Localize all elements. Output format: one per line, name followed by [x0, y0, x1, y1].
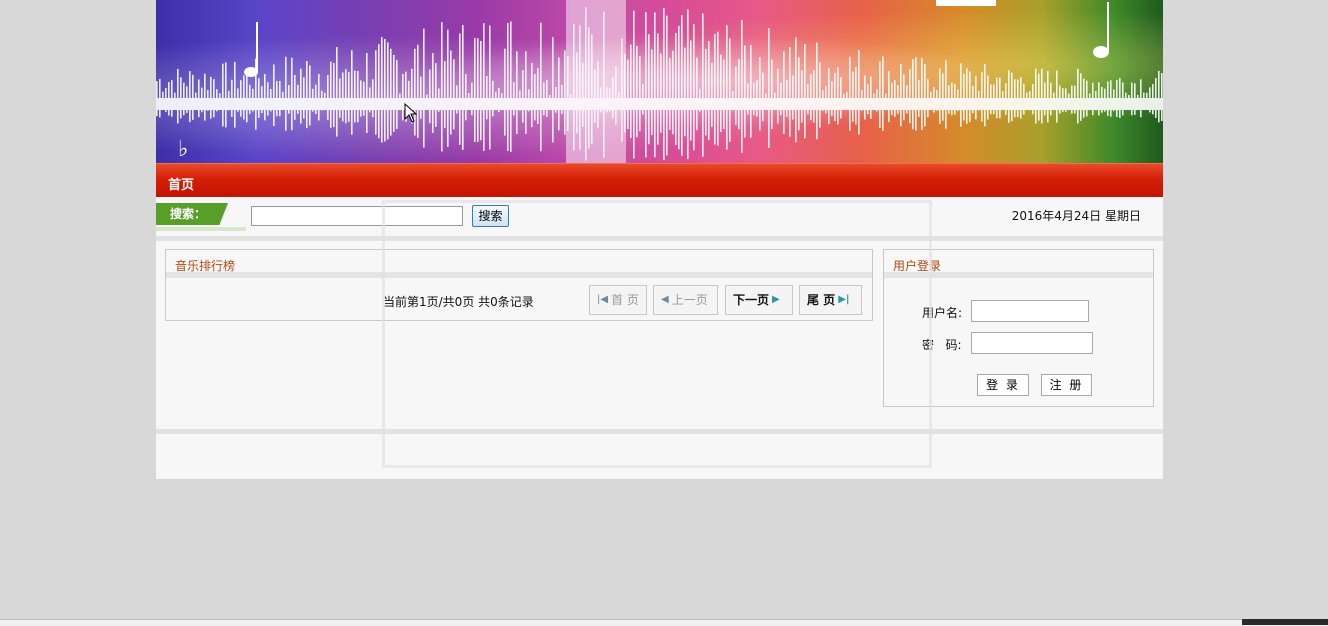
login-button[interactable]: 登 录 — [977, 374, 1029, 396]
last-page-button[interactable]: 尾 页 ▶| — [799, 285, 862, 315]
search-input[interactable] — [251, 206, 463, 226]
password-label: 密 码: — [922, 338, 962, 352]
chevron-right-icon: ▶ — [772, 294, 780, 305]
sound-wave-graphic: ♭ — [156, 0, 1163, 163]
user-login-panel: 用户登录 用户名: 密 码: 登 录 注 册 — [883, 249, 1154, 407]
footer-divider — [156, 429, 1163, 434]
username-label: 用户名: — [922, 306, 963, 320]
register-button[interactable]: 注 册 — [1041, 374, 1092, 396]
search-tag-label: 搜索： — [156, 203, 228, 225]
first-page-button[interactable]: |◀ 首 页 — [589, 285, 647, 315]
music-banner-image: ♭ — [156, 0, 1163, 163]
nav-home-link[interactable]: 首页 — [168, 174, 194, 193]
svg-text:♭: ♭ — [178, 137, 188, 162]
prev-page-button[interactable]: ◀ 上一页 — [653, 285, 718, 315]
main-nav-bar: 首页 — [156, 163, 1163, 198]
first-page-icon: |◀ — [597, 294, 609, 305]
search-bar: 搜索： 搜索 2016年4月24日 星期日 — [156, 197, 1163, 236]
chevron-left-icon: ◀ — [661, 294, 669, 305]
password-field[interactable] — [971, 332, 1093, 354]
current-date: 2016年4月24日 星期日 — [1011, 209, 1141, 223]
music-ranking-panel: 音乐排行榜 当前第1页/共0页 共0条记录 |◀ 首 页 ◀ 上一页 下一页 ▶… — [165, 249, 873, 321]
next-page-button[interactable]: 下一页 ▶ — [725, 285, 793, 315]
search-button[interactable]: 搜索 — [472, 205, 509, 227]
divider — [156, 236, 1163, 241]
mouse-cursor-icon — [404, 103, 418, 123]
last-page-icon: ▶| — [838, 294, 850, 305]
pager-status: 当前第1页/共0页 共0条记录 — [383, 295, 534, 309]
username-field[interactable] — [971, 300, 1089, 322]
page-container: ♭ 首页 搜索： 搜索 2016年4月24日 星期日 音乐排行榜 当前第1页/共… — [156, 0, 1163, 479]
